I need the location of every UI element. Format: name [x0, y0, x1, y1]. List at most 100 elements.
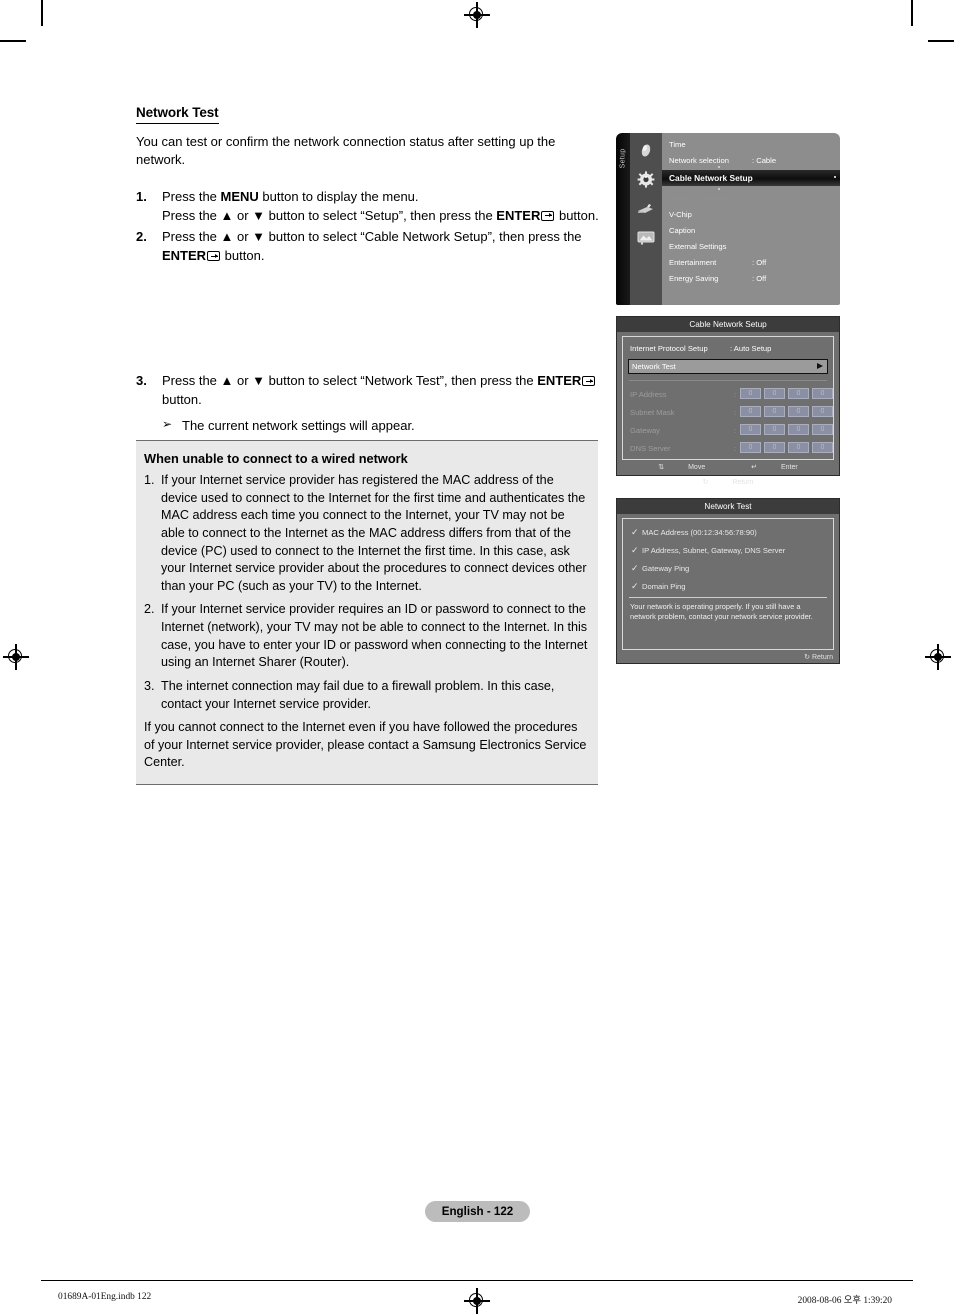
step-number: 2. — [136, 229, 147, 245]
octet-field[interactable]: 0 — [812, 388, 833, 399]
colon: : — [734, 426, 737, 435]
osd-cable-network-setup-screenshot: Cable Network Setup Internet Protocol Se… — [616, 316, 840, 486]
steps-list: 1. Press the MENU button to display the … — [136, 187, 606, 459]
ip-address-row[interactable]: IP Address : 0 0 0 0 — [630, 388, 833, 401]
osd-menu-item-energy-saving[interactable]: Energy Saving : Off — [662, 271, 840, 287]
osd-menu-item-cable-network-setup[interactable]: Cable Network Setup — [645, 170, 840, 186]
octet-field[interactable]: 0 — [740, 388, 761, 399]
troubleshooting-heading: When unable to connect to a wired networ… — [144, 451, 408, 466]
octet-field[interactable]: 0 — [764, 442, 785, 453]
dns-server-row[interactable]: DNS Server : 0 0 0 0 — [630, 442, 833, 455]
label: IP Address — [630, 390, 667, 399]
osd-menu-item-entertainment[interactable]: Entertainment : Off — [662, 255, 840, 271]
troubleshooting-closing: If you cannot connect to the Internet ev… — [144, 720, 587, 770]
colon: : — [734, 444, 737, 453]
octet-group: 0 0 0 0 — [740, 388, 833, 399]
label: External Settings — [669, 242, 727, 251]
enter-button-label: ENTER — [162, 248, 207, 264]
osd-network-test-screenshot: Network Test ✓ MAC Address (00:12:34:56:7… — [616, 498, 840, 664]
osd-menu-item-network-selection[interactable]: Network selection : Cable — [662, 153, 840, 169]
internet-protocol-setup-row[interactable]: Internet Protocol Setup : Auto Setup — [630, 342, 826, 356]
page-number-badge: English - 122 — [425, 1201, 530, 1222]
step-number: 3. — [136, 373, 147, 389]
troubleshooting-item: 3. The internet connection may fail due … — [144, 678, 590, 713]
return-arrow-icon: ↻ — [804, 654, 811, 661]
colon: : — [734, 390, 737, 399]
subnet-mask-row[interactable]: Subnet Mask : 0 0 0 0 — [630, 406, 833, 419]
octet-field[interactable]: 0 — [812, 406, 833, 417]
step1-line1-pre: Press the — [162, 188, 221, 204]
osd-panel-body: Internet Protocol Setup : Auto Setup Net… — [622, 336, 834, 460]
sound-icon — [636, 142, 656, 159]
step3-note: ➢ The current network settings will appe… — [136, 416, 606, 435]
osd-key-legend: ⇅ Move ↵ Enter ↻ Return — [617, 460, 839, 486]
item-number: 3. — [144, 678, 155, 693]
panel-divider — [629, 597, 827, 598]
octet-field[interactable]: 0 — [788, 442, 809, 453]
registration-mark-top — [464, 2, 490, 28]
octet-field[interactable]: 0 — [740, 424, 761, 435]
octet-field[interactable]: 0 — [788, 406, 809, 417]
network-test-check-domain-ping: ✓ Domain Ping — [631, 579, 827, 594]
osd-menu-item-v-chip[interactable]: V-Chip — [662, 207, 840, 223]
step-item: 2. Press the ▲ or ▼ button to select “Ca… — [136, 227, 606, 265]
key-return-label: Return — [732, 479, 754, 486]
selection-tick-top — [718, 166, 720, 168]
octet-field[interactable]: 0 — [764, 388, 785, 399]
gateway-row[interactable]: Gateway : 0 0 0 0 — [630, 424, 833, 437]
enter-key-icon — [207, 251, 221, 262]
step-number: 1. — [136, 188, 147, 204]
key-return-label: Return — [811, 654, 833, 661]
page-title: Network Test — [136, 105, 219, 124]
value: : Cable — [752, 156, 777, 165]
step-item: 3. Press the ▲ or ▼ button to select “Ne… — [136, 371, 606, 409]
octet-field[interactable]: 0 — [788, 424, 809, 435]
osd-menu-item-caption[interactable]: Caption — [662, 223, 840, 239]
osd-category-rail: Setup — [616, 133, 630, 305]
octet-field[interactable]: 0 — [812, 442, 833, 453]
network-test-check-ip: ✓ IP Address, Subnet, Gateway, DNS Server — [631, 543, 827, 558]
enter-key-icon — [541, 211, 555, 222]
step-item: 1. Press the MENU button to display the … — [136, 187, 606, 225]
octet-field[interactable]: 0 — [764, 406, 785, 417]
network-test-message: Your network is operating properly. If y… — [630, 602, 813, 621]
value: : Off — [752, 258, 767, 267]
osd-menu-item-time[interactable]: Time — [662, 137, 840, 153]
osd-key-legend: ↻ Return — [617, 650, 839, 665]
updown-arrow-icon: ⇅ — [658, 464, 665, 471]
label: Gateway — [630, 426, 660, 435]
octet-field[interactable]: 0 — [764, 424, 785, 435]
osd-panel-title: Cable Network Setup — [617, 317, 839, 332]
label: Subnet Mask — [630, 408, 675, 417]
label: Caption — [669, 226, 696, 235]
label: Network selection — [669, 156, 729, 165]
label: V-Chip — [669, 210, 692, 219]
article-content: Network Test You can test or confirm the… — [136, 104, 606, 459]
check-icon: ✓ — [631, 581, 639, 591]
selection-dot-right — [834, 176, 836, 178]
enter-key-icon: ↵ — [751, 464, 758, 471]
troubleshooting-item: 1. If your Internet service provider has… — [144, 472, 590, 595]
label: Internet Protocol Setup — [630, 344, 708, 353]
osd-menu-item-wireless-network-setup[interactable]: Wireless Network Setup — [662, 191, 840, 207]
intro-paragraph: You can test or confirm the network conn… — [136, 134, 556, 168]
registration-mark-bottom — [464, 1288, 490, 1314]
osd-menu-item-pip[interactable]: PIP — [662, 287, 840, 303]
troubleshooting-box: When unable to connect to a wired networ… — [136, 440, 598, 785]
key-move-label: Move — [688, 464, 706, 471]
octet-field[interactable]: 0 — [740, 442, 761, 453]
octet-field[interactable]: 0 — [788, 388, 809, 399]
footer-divider — [41, 1280, 913, 1281]
network-test-row-selected[interactable]: Network Test — [628, 359, 828, 374]
label: MAC Address (00:12:34:56:78:90) — [642, 528, 757, 537]
osd-menu-item-external-settings[interactable]: External Settings — [662, 239, 840, 255]
registration-mark-left — [3, 644, 29, 670]
octet-field[interactable]: 0 — [740, 406, 761, 417]
item-text: The internet connection may fail due to … — [161, 678, 555, 711]
label: Wireless Network Setup — [669, 194, 751, 203]
octet-field[interactable]: 0 — [812, 424, 833, 435]
step2-line1: Press the ▲ or ▼ button to select “Cable… — [162, 229, 582, 245]
picture-icon — [636, 229, 656, 246]
key-move: ⇅ Move — [647, 464, 718, 471]
crop-mark-top-right-v — [911, 0, 913, 26]
